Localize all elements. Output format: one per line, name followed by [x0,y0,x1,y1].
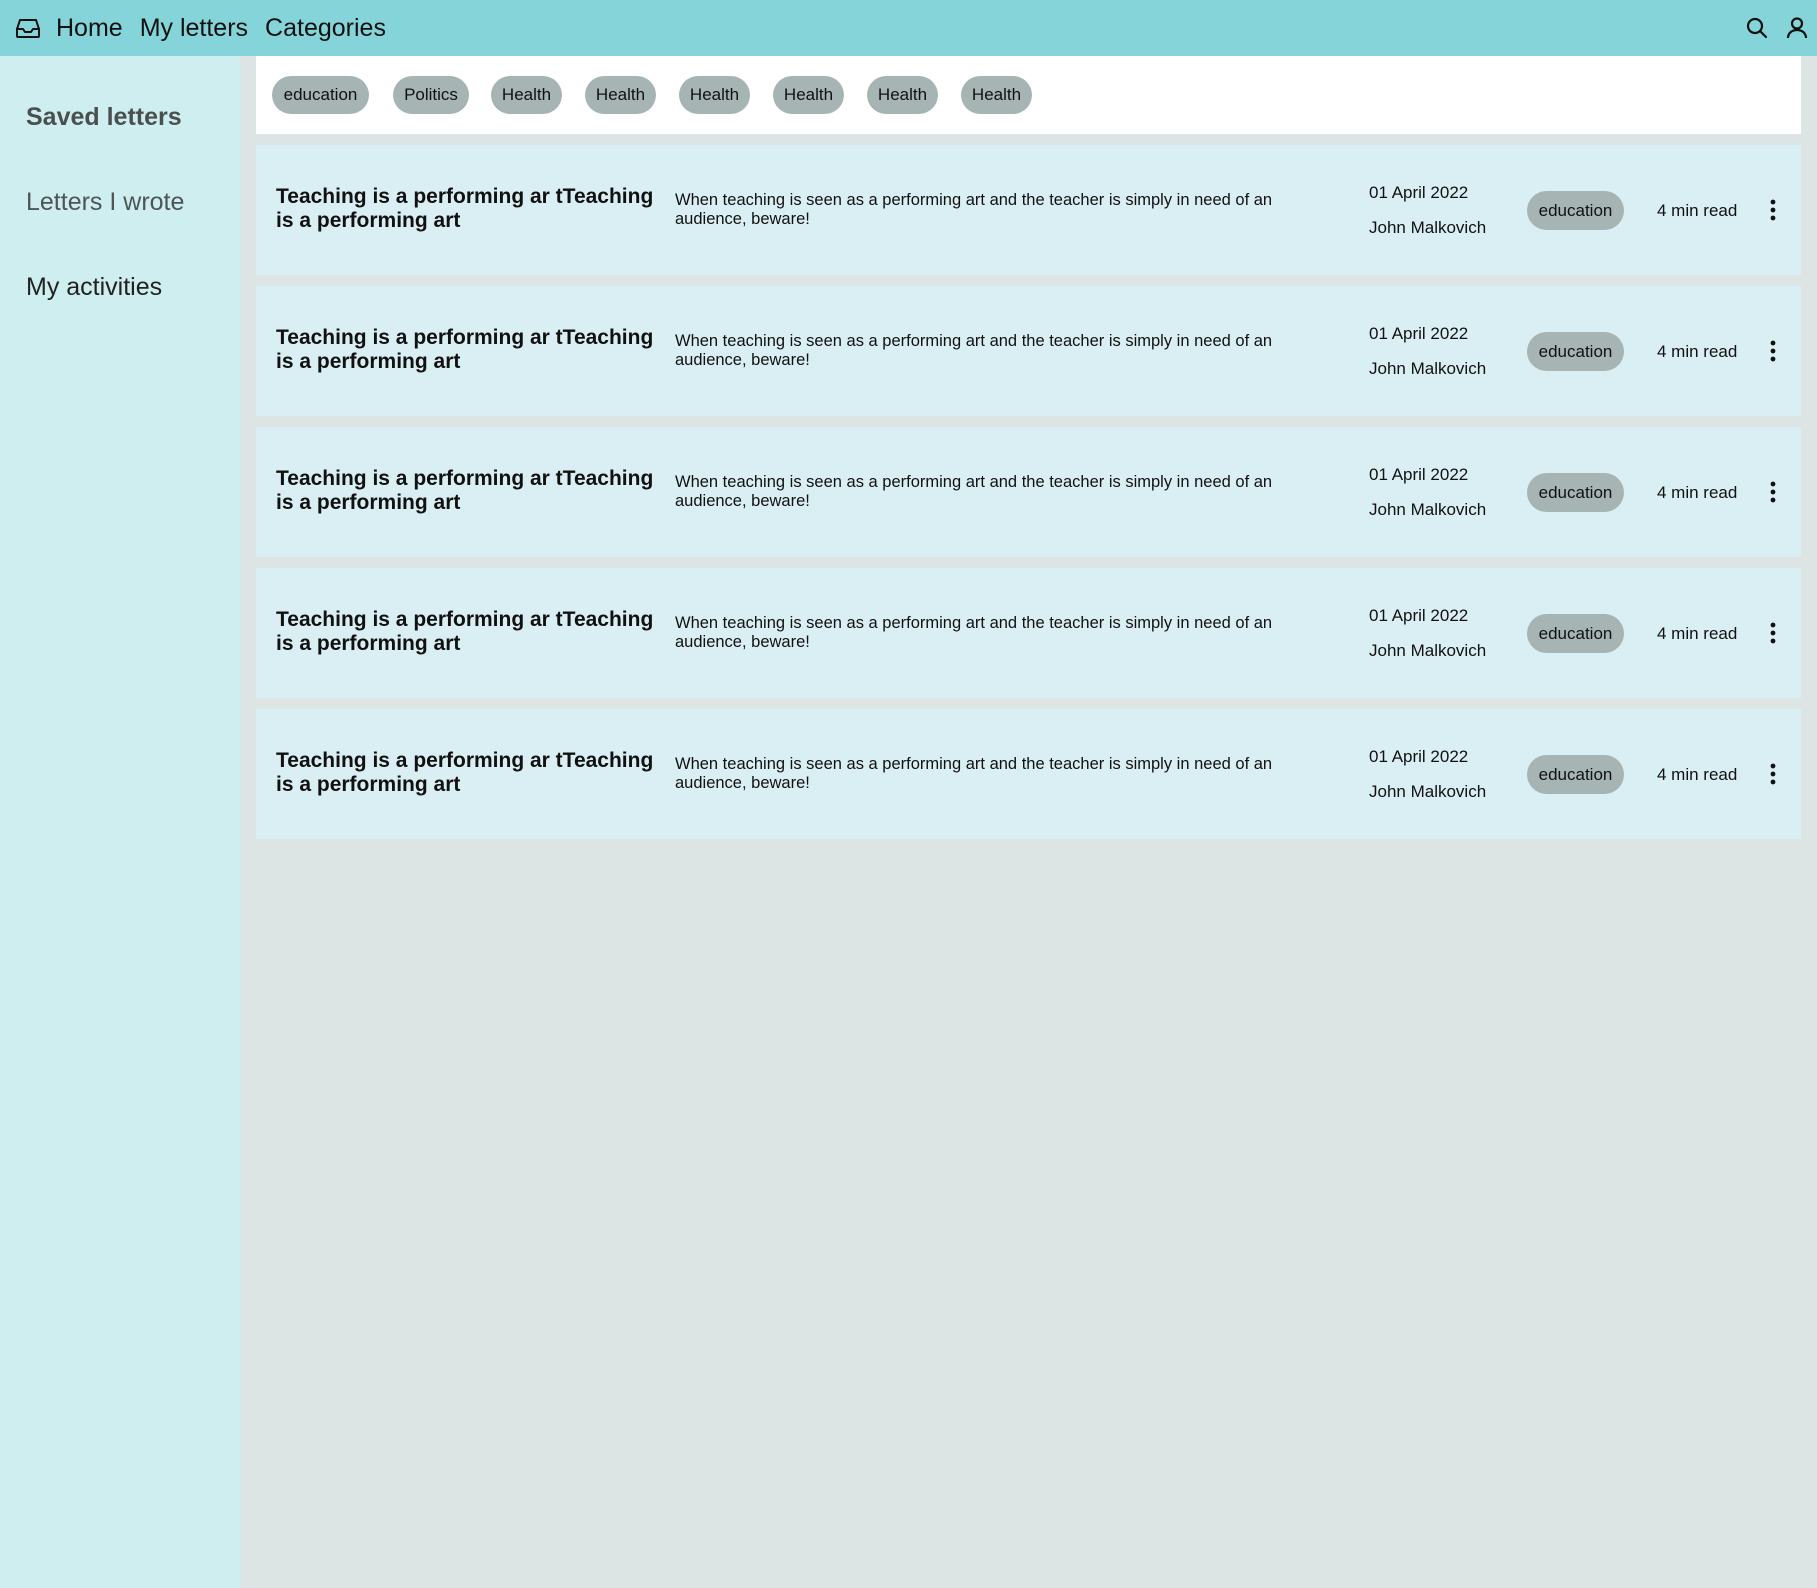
letter-author: John Malkovich [1369,782,1487,801]
top-navigation-bar: Home My letters Categories [0,0,1817,56]
category-badge[interactable]: education [1527,332,1624,371]
read-time: 4 min read [1657,765,1738,784]
letter-date: 01 April 2022 [1369,465,1469,484]
letter-date: 01 April 2022 [1369,183,1469,202]
letter-card[interactable]: Teaching is a performing ar tTeaching is… [256,709,1801,839]
letter-title[interactable]: Teaching is a performing ar tTeaching is… [276,608,661,656]
filter-chip-health[interactable]: Health [867,76,938,114]
letter-card[interactable]: Teaching is a performing ar tTeaching is… [256,568,1801,698]
filter-chip-health[interactable]: Health [585,76,656,114]
letter-date: 01 April 2022 [1369,324,1469,343]
letter-excerpt: When teaching is seen as a performing ar… [675,332,1273,369]
category-badge[interactable]: education [1527,473,1624,512]
category-badge[interactable]: education [1527,755,1624,794]
letter-author: John Malkovich [1369,359,1487,378]
filter-chip-health[interactable]: Health [961,76,1032,114]
letter-card[interactable]: Teaching is a performing ar tTeaching is… [256,427,1801,557]
letter-excerpt: When teaching is seen as a performing ar… [675,191,1273,228]
letter-title[interactable]: Teaching is a performing ar tTeaching is… [276,326,661,374]
inbox-icon[interactable] [0,0,56,56]
filter-chip-politics[interactable]: Politics [393,76,469,114]
filter-chip-health[interactable]: Health [679,76,750,114]
category-filter-bar: education Politics Health Health Health … [256,56,1801,134]
category-badge[interactable]: education [1527,191,1624,230]
filter-chip-health[interactable]: Health [491,76,562,114]
user-icon[interactable] [1777,0,1817,56]
filter-chip-education[interactable]: education [272,76,369,114]
read-time: 4 min read [1657,342,1738,361]
letter-author: John Malkovich [1369,500,1487,519]
filter-chip-health[interactable]: Health [773,76,844,114]
letter-excerpt: When teaching is seen as a performing ar… [675,755,1273,792]
more-options-icon[interactable] [1758,616,1788,650]
letter-title[interactable]: Teaching is a performing ar tTeaching is… [276,185,661,233]
nav-home-link[interactable]: Home [56,14,123,43]
more-options-icon[interactable] [1758,334,1788,368]
letter-card[interactable]: Teaching is a performing ar tTeaching is… [256,145,1801,275]
sidebar-item-saved-letters[interactable]: Saved letters [26,103,182,132]
letter-excerpt: When teaching is seen as a performing ar… [675,614,1273,651]
letter-card[interactable]: Teaching is a performing ar tTeaching is… [256,286,1801,416]
sidebar-item-letters-i-wrote[interactable]: Letters I wrote [26,188,184,217]
more-options-icon[interactable] [1758,475,1788,509]
letter-title[interactable]: Teaching is a performing ar tTeaching is… [276,749,661,797]
letter-title[interactable]: Teaching is a performing ar tTeaching is… [276,467,661,515]
category-badge[interactable]: education [1527,614,1624,653]
more-options-icon[interactable] [1758,757,1788,791]
nav-categories-link[interactable]: Categories [265,14,386,43]
sidebar: Saved letters Letters I wrote My activit… [0,56,240,1588]
nav-my-letters-link[interactable]: My letters [140,14,248,43]
letter-excerpt: When teaching is seen as a performing ar… [675,473,1273,510]
more-options-icon[interactable] [1758,193,1788,227]
letter-author: John Malkovich [1369,218,1487,237]
read-time: 4 min read [1657,201,1738,220]
letter-date: 01 April 2022 [1369,606,1469,625]
sidebar-item-my-activities[interactable]: My activities [26,273,162,302]
letter-date: 01 April 2022 [1369,747,1469,766]
read-time: 4 min read [1657,483,1738,502]
read-time: 4 min read [1657,624,1738,643]
letter-author: John Malkovich [1369,641,1487,660]
search-icon[interactable] [1737,0,1777,56]
